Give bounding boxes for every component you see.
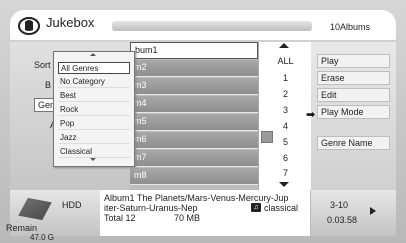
number-item[interactable]: 2 <box>259 89 312 99</box>
remain-label: Remain <box>6 223 38 233</box>
scroll-thumb[interactable] <box>261 131 273 143</box>
album-row[interactable]: m6 <box>130 132 258 149</box>
genre-option[interactable]: Jazz <box>58 132 130 144</box>
number-column: ALL 1 2 3 4 5 6 7 <box>258 42 312 190</box>
edit-button[interactable]: Edit <box>317 88 390 102</box>
number-item[interactable]: 4 <box>259 121 312 131</box>
album-count: 10Albums <box>330 22 371 32</box>
genre-option[interactable]: No Category <box>58 76 130 88</box>
erase-button[interactable]: Erase <box>317 71 390 85</box>
genre-option[interactable]: Pop <box>58 118 130 130</box>
number-item[interactable]: 3 <box>259 105 312 115</box>
page-title: Jukebox <box>46 15 95 30</box>
track-total: Total 12 <box>104 213 136 223</box>
album-row[interactable]: bum1 <box>130 42 258 59</box>
album-genre: classical <box>264 203 299 213</box>
genre-option[interactable]: Classical <box>58 146 130 158</box>
genre-option[interactable]: All Genres <box>58 62 130 74</box>
title-decoration <box>112 21 312 31</box>
hdd-label: HDD <box>62 200 82 210</box>
pointer-arrow-icon: ➡ <box>306 109 316 121</box>
popup-scroll-up-icon[interactable] <box>90 53 96 56</box>
sort-button[interactable]: Sort <box>34 60 51 70</box>
album-row[interactable]: m7 <box>130 150 258 167</box>
b-label: B <box>45 80 52 90</box>
album-row[interactable]: m2 <box>130 60 258 77</box>
number-item[interactable]: 6 <box>259 153 312 163</box>
popup-scroll-down-icon[interactable] <box>90 158 96 161</box>
action-menu: Play Erase Edit Play Mode Genre Name <box>311 42 396 190</box>
track-time: 0.03.58 <box>327 215 358 225</box>
remain-value: 47.0 G <box>30 233 55 242</box>
track-panel <box>311 190 396 236</box>
album-size: 70 MB <box>174 213 201 223</box>
number-all[interactable]: ALL <box>259 56 312 66</box>
track-range: 3-10 <box>330 200 349 210</box>
album-row[interactable]: m5 <box>130 114 258 131</box>
genre-option[interactable]: Rock <box>58 104 130 116</box>
genre-name-button[interactable]: Genre Name <box>317 136 390 150</box>
album-row[interactable]: m3 <box>130 78 258 95</box>
play-button[interactable]: Play <box>317 54 390 68</box>
play-arrow-icon[interactable] <box>370 207 376 215</box>
play-mode-button[interactable]: Play Mode <box>317 105 390 119</box>
number-item[interactable]: 7 <box>259 168 312 178</box>
jukebox-logo-icon <box>18 17 40 35</box>
scroll-down-icon[interactable] <box>279 182 289 187</box>
genre-option[interactable]: Best <box>58 90 130 102</box>
number-item[interactable]: 1 <box>259 73 312 83</box>
music-note-icon: ♫ <box>251 203 261 212</box>
album-info-line1: Album1 The Planets/Mars-Venus-Mercury-Ju… <box>104 193 289 203</box>
album-list: bum1 m2 m3 m4 m5 m6 m7 m8 <box>130 42 258 190</box>
scroll-up-icon[interactable] <box>279 43 289 48</box>
album-row[interactable]: m8 <box>130 168 258 185</box>
genre-dropdown: All Genres No Category Best Rock Pop Jaz… <box>53 51 135 167</box>
album-row[interactable]: m4 <box>130 96 258 113</box>
